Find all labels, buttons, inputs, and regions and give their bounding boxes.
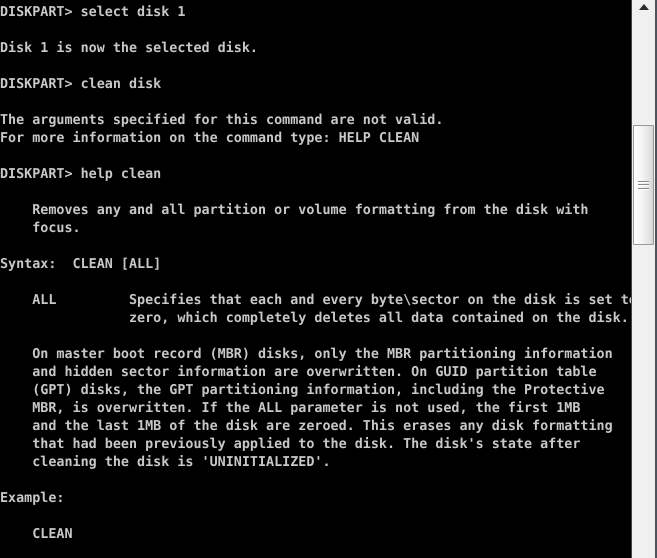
console-output-area[interactable]: DISKPART> select disk 1 Disk 1 is now th… — [0, 0, 631, 558]
vertical-scrollbar[interactable] — [631, 0, 657, 558]
scrollbar-track[interactable] — [632, 0, 655, 558]
console-text: DISKPART> select disk 1 Disk 1 is now th… — [0, 4, 631, 542]
scrollbar-thumb[interactable] — [633, 125, 654, 245]
scrollbar-up-button[interactable] — [633, 0, 654, 14]
grip-lines-icon — [638, 180, 649, 190]
diskpart-console-window: DISKPART> select disk 1 Disk 1 is now th… — [0, 0, 657, 558]
triangle-up-icon — [638, 4, 649, 10]
